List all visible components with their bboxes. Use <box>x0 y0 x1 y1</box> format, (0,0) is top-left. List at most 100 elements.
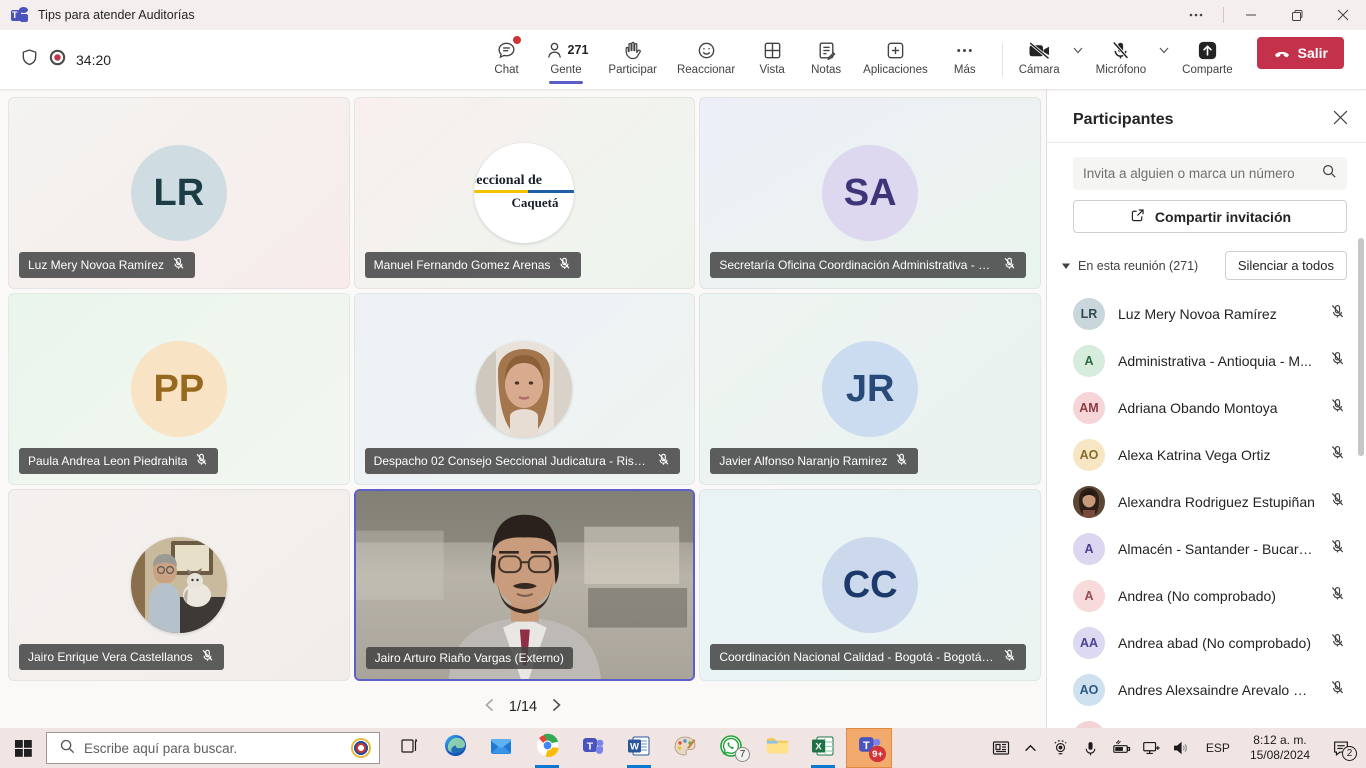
taskbar-whatsapp-button[interactable]: 7 <box>708 728 754 768</box>
participant-name: Luz Mery Novoa Ramírez <box>28 258 164 272</box>
video-tile-1[interactable]: LRLuz Mery Novoa Ramírez <box>8 97 350 289</box>
maximize-button[interactable] <box>1274 0 1320 30</box>
network-icon[interactable] <box>1138 728 1164 768</box>
cameraoff-icon <box>1027 39 1052 61</box>
share-invitation-button[interactable]: Compartir invitación <box>1073 200 1347 233</box>
taskbar-edge-button[interactable] <box>432 728 478 768</box>
taskbar-word-button[interactable]: W <box>616 728 662 768</box>
participant-row[interactable]: AAAndrea abad (No comprobado) <box>1047 619 1366 666</box>
svg-text:X: X <box>815 741 822 752</box>
device-micoff: Micrófono <box>1090 35 1175 84</box>
participant-row[interactable]: AOAndres Alexsaindre Arevalo Os... <box>1047 666 1366 713</box>
mic-muted-icon <box>557 256 572 274</box>
toolbar-divider <box>1002 43 1003 77</box>
participant-name: Andrea abad (No comprobado) <box>1118 635 1316 651</box>
invite-search[interactable] <box>1073 157 1347 190</box>
mic-muted-icon <box>200 648 215 666</box>
participant-row[interactable]: Alexandra Rodriguez Estupiñan <box>1047 478 1366 525</box>
video-tile-7[interactable]: Jairo Enrique Vera Castellanos <box>8 489 350 681</box>
camera-in-use-icon[interactable] <box>1048 728 1074 768</box>
video-tile-4[interactable]: PPPaula Andrea Leon Piedrahita <box>8 293 350 485</box>
participant-avatar: AO <box>1073 674 1105 706</box>
participant-row[interactable]: AAdministrativa - Antioquia - M... <box>1047 337 1366 384</box>
invite-search-input[interactable] <box>1083 166 1321 181</box>
video-tile-5[interactable]: Despacho 02 Consejo Seccional Judicatura… <box>354 293 696 485</box>
comparte-button[interactable]: Comparte <box>1176 35 1239 84</box>
mic-muted-icon <box>1329 491 1346 513</box>
participant-row[interactable] <box>1047 713 1366 728</box>
taskbar-search[interactable] <box>46 732 380 764</box>
taskbar-teams-meeting-button[interactable]: T9+ <box>846 728 892 768</box>
notification-center-button[interactable]: 2 <box>1322 728 1360 768</box>
toolbar-reaccionar[interactable]: Reaccionar <box>671 35 741 84</box>
video-tile-2[interactable]: Seccional deCaquetáManuel Fernando Gomez… <box>354 97 696 289</box>
close-button[interactable] <box>1320 0 1366 30</box>
taskbar-teams-button[interactable]: T <box>570 728 616 768</box>
device-cameraoff: Cámara <box>1013 35 1088 84</box>
taskbar-paint-button[interactable] <box>662 728 708 768</box>
participant-name: Coordinación Nacional Calidad - Bogotá -… <box>719 650 995 664</box>
titlebar-more-button[interactable] <box>1173 0 1219 30</box>
explorer-icon <box>765 733 790 763</box>
taskbar-search-input[interactable] <box>84 741 342 756</box>
panel-scrollbar[interactable] <box>1358 238 1364 456</box>
paint-icon <box>673 734 697 763</box>
microphone-in-use-icon[interactable] <box>1078 728 1104 768</box>
pager-prev-button[interactable] <box>484 698 495 716</box>
toolbar-gente[interactable]: 271Gente <box>538 35 595 84</box>
avatar: PP <box>131 341 227 437</box>
toolbar-participar[interactable]: Participar <box>602 35 663 84</box>
taskbar-mail-button[interactable] <box>478 728 524 768</box>
video-tile-3[interactable]: SASecretaría Oficina Coordinación Admini… <box>699 97 1041 289</box>
tile-name-label: Luz Mery Novoa Ramírez <box>19 252 195 278</box>
participant-row[interactable]: AAndrea (No comprobado) <box>1047 572 1366 619</box>
svg-text:T: T <box>587 740 594 752</box>
leave-button[interactable]: Salir <box>1257 37 1344 69</box>
video-tile-9[interactable]: CCCoordinación Nacional Calidad - Bogotá… <box>699 489 1041 681</box>
toolbar-label: Gente <box>550 64 581 76</box>
participant-row[interactable]: AMAdriana Obando Montoya <box>1047 384 1366 431</box>
speaker-icon[interactable] <box>1168 728 1194 768</box>
participant-row[interactable]: AAlmacén - Santander - Bucara... <box>1047 525 1366 572</box>
mic-muted-icon <box>1329 350 1346 372</box>
participant-row[interactable]: AOAlexa Katrina Vega Ortiz <box>1047 431 1366 478</box>
taskbar-chrome-button[interactable] <box>524 728 570 768</box>
toolbar-notas[interactable]: Notas <box>803 35 849 84</box>
language-indicator[interactable]: ESP <box>1198 741 1238 755</box>
mic-muted-icon <box>894 452 909 470</box>
note-icon <box>816 39 837 61</box>
chevron-down-icon[interactable] <box>1068 35 1088 69</box>
video-tile-6[interactable]: JRJavier Alfonso Naranjo Ramirez <box>699 293 1041 485</box>
panel-close-icon[interactable] <box>1333 110 1348 130</box>
toolbar-más[interactable]: Más <box>942 35 988 84</box>
in-meeting-section-toggle[interactable]: En esta reunión (271) <box>1061 259 1198 273</box>
toolbar-label: Vista <box>759 64 784 76</box>
avatar: SA <box>822 145 918 241</box>
toolbar-vista[interactable]: Vista <box>749 35 795 84</box>
taskbar-explorer-button[interactable] <box>754 728 800 768</box>
mic-muted-icon <box>1329 679 1346 701</box>
micrófono-button[interactable]: Micrófono <box>1090 35 1153 84</box>
battery-icon[interactable] <box>1108 728 1134 768</box>
logo-flag-bar <box>474 190 574 193</box>
mute-all-button[interactable]: Silenciar a todos <box>1225 251 1347 280</box>
participant-name: Andrea (No comprobado) <box>1118 588 1316 604</box>
taskbar-task-view-button[interactable] <box>386 728 432 768</box>
chevron-down-icon[interactable] <box>1154 35 1174 69</box>
minimize-button[interactable] <box>1228 0 1274 30</box>
clock[interactable]: 8:12 a. m. 15/08/2024 <box>1242 733 1318 763</box>
teams-icon: T <box>581 734 605 763</box>
panel-divider <box>1047 142 1366 143</box>
toolbar-chat[interactable]: Chat <box>484 35 530 84</box>
device-label: Comparte <box>1182 64 1233 76</box>
participant-name: Jairo Enrique Vera Castellanos <box>28 650 193 664</box>
start-button[interactable] <box>0 728 46 768</box>
tray-expand-icon[interactable] <box>1018 728 1044 768</box>
toolbar-aplicaciones[interactable]: Aplicaciones <box>857 35 934 84</box>
video-tile-8[interactable]: Jairo Arturo Riaño Vargas (Externo) <box>354 489 696 681</box>
cámara-button[interactable]: Cámara <box>1013 35 1066 84</box>
pager-next-button[interactable] <box>551 698 562 716</box>
participant-row[interactable]: LRLuz Mery Novoa Ramírez <box>1047 290 1366 337</box>
taskbar-excel-button[interactable]: X <box>800 728 846 768</box>
widgets-icon[interactable] <box>988 728 1014 768</box>
